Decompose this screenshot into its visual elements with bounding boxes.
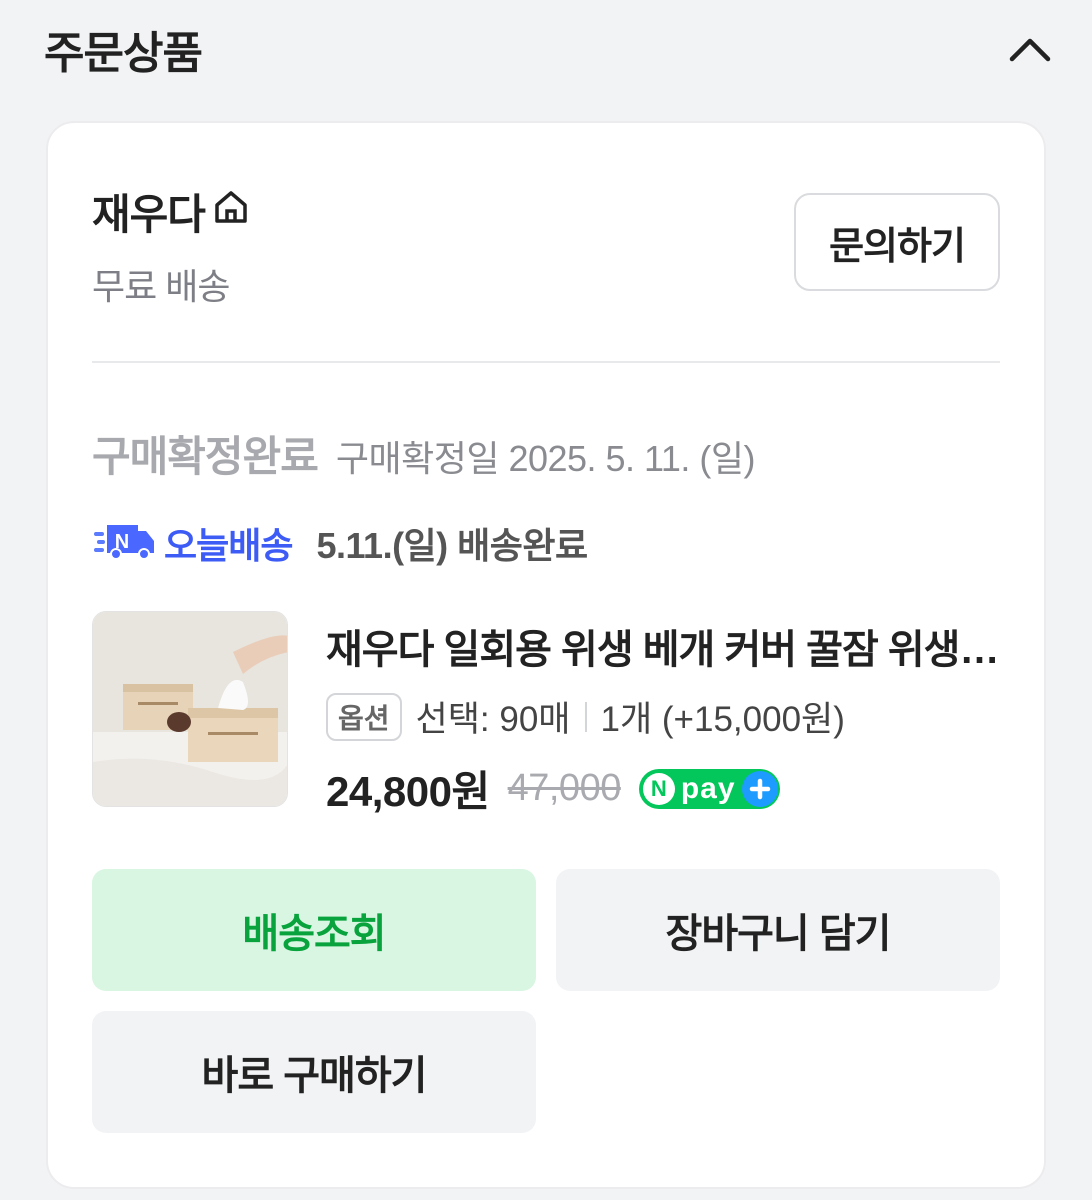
seller-info: 재우다 무료 배송 — [92, 181, 251, 310]
divider — [92, 361, 1000, 363]
svg-text:N: N — [115, 531, 129, 553]
order-items-header: 주문상품 — [44, 14, 1054, 84]
product-info: 재우다 일회용 위생 베개 커버 꿀잠 위생 필수템 옵션 선택: 90매 1개… — [326, 617, 1000, 819]
section-title: 주문상품 — [44, 29, 203, 78]
seller-name-row[interactable]: 재우다 — [92, 181, 251, 242]
sale-price: 24,800원 — [326, 768, 490, 815]
delivery-complete-text: 5.11.(일) 배송완료 — [316, 525, 588, 566]
delivery-status: N 오늘배송 5.11.(일) 배송완료 — [92, 517, 588, 569]
inquiry-button[interactable]: 문의하기 — [794, 193, 1000, 291]
add-to-cart-button[interactable]: 장바구니 담기 — [556, 869, 1000, 991]
today-delivery-label: 오늘배송 — [164, 525, 293, 566]
product-item[interactable]: 재우다 일회용 위생 베개 커버 꿀잠 위생 필수템 옵션 선택: 90매 1개… — [92, 611, 1000, 815]
option-row: 옵션 선택: 90매 1개 (+15,000원) — [326, 691, 1000, 742]
seller-name: 재우다 — [92, 191, 206, 238]
option-text: 선택: 90매 — [415, 700, 571, 739]
home-icon — [211, 187, 251, 237]
npay-text: pay — [680, 771, 736, 805]
today-delivery-badge: N 오늘배송 — [92, 517, 293, 569]
option-separator — [584, 701, 587, 732]
status-label: 구매확정완료 — [92, 433, 319, 480]
price-row: 24,800원 47,000 N pay — [326, 758, 1000, 819]
plus-icon — [741, 770, 778, 807]
order-status: 구매확정완료 구매확정일 2025. 5. 11. (일) — [92, 423, 756, 484]
product-thumbnail[interactable] — [92, 611, 288, 807]
original-price: 47,000 — [507, 767, 622, 809]
order-card: 재우다 무료 배송 문의하기 구매확정완료 구매확정일 2025. 5. 11.… — [46, 121, 1046, 1189]
confirm-date: 구매확정일 2025. 5. 11. (일) — [335, 438, 756, 479]
quantity-text: 1개 (+15,000원) — [600, 700, 845, 739]
option-badge: 옵션 — [326, 692, 402, 741]
npay-n-logo: N — [642, 772, 675, 805]
chevron-up-icon[interactable] — [1006, 25, 1054, 73]
truck-icon: N — [92, 521, 158, 566]
track-delivery-button[interactable]: 배송조회 — [92, 869, 536, 991]
npay-plus-badge: N pay — [638, 768, 780, 809]
product-title[interactable]: 재우다 일회용 위생 베개 커버 꿀잠 위생 필수템 — [326, 617, 1000, 675]
buy-now-button[interactable]: 바로 구매하기 — [92, 1011, 536, 1133]
shipping-info: 무료 배송 — [92, 266, 230, 307]
